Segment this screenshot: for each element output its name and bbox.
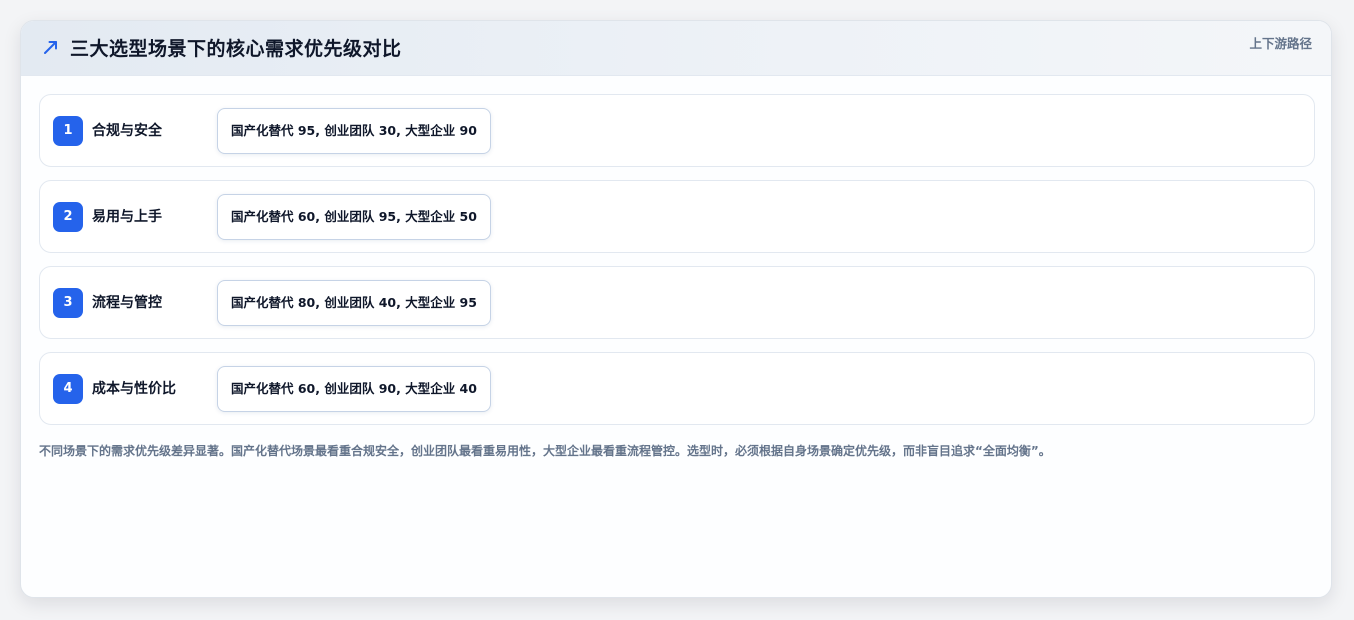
rank-badge: 4 [53, 374, 83, 404]
rank-badge: 1 [53, 116, 83, 146]
requirement-label: 成本与性价比 [92, 381, 176, 397]
scores-pill: 国产化替代 60, 创业团队 90, 大型企业 40 [217, 366, 491, 412]
summary-text: 不同场景下的需求优先级差异显著。国产化替代场景最看重合规安全，创业团队最看重易用… [39, 444, 1051, 458]
card-header: 三大选型场景下的核心需求优先级对比 上下游路径 [21, 21, 1331, 76]
requirement-label: 流程与管控 [92, 295, 162, 311]
priority-card: 三大选型场景下的核心需求优先级对比 上下游路径 1 合规与安全 国产化替代 95… [20, 20, 1332, 598]
list-item: 1 合规与安全 国产化替代 95, 创业团队 30, 大型企业 90 [39, 94, 1315, 167]
list-item: 3 流程与管控 国产化替代 80, 创业团队 40, 大型企业 95 [39, 266, 1315, 339]
page-title: 三大选型场景下的核心需求优先级对比 [70, 38, 402, 60]
priority-list: 1 合规与安全 国产化替代 95, 创业团队 30, 大型企业 90 2 易用与… [39, 94, 1315, 438]
path-tag[interactable]: 上下游路径 [1249, 36, 1312, 52]
list-item: 4 成本与性价比 国产化替代 60, 创业团队 90, 大型企业 40 [39, 352, 1315, 425]
trend-arrow-icon [43, 39, 59, 55]
scores-pill: 国产化替代 80, 创业团队 40, 大型企业 95 [217, 280, 491, 326]
requirement-label: 合规与安全 [92, 123, 162, 139]
requirement-label: 易用与上手 [92, 209, 162, 225]
scores-pill: 国产化替代 60, 创业团队 95, 大型企业 50 [217, 194, 491, 240]
rank-badge: 2 [53, 202, 83, 232]
scores-pill: 国产化替代 95, 创业团队 30, 大型企业 90 [217, 108, 491, 154]
list-item: 2 易用与上手 国产化替代 60, 创业团队 95, 大型企业 50 [39, 180, 1315, 253]
rank-badge: 3 [53, 288, 83, 318]
